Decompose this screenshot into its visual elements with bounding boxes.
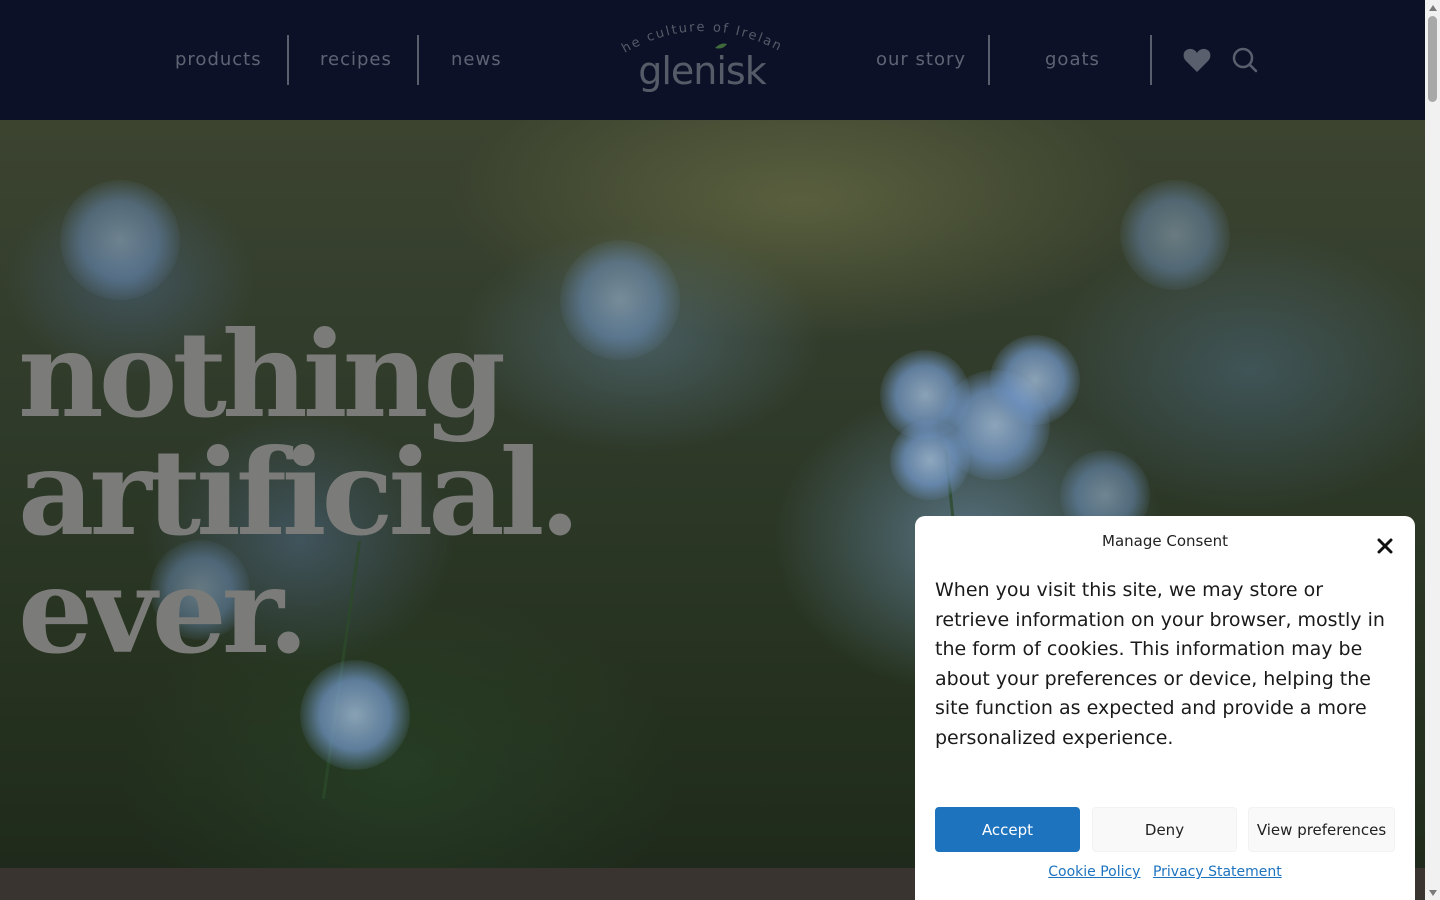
scroll-down-arrow-icon[interactable]	[1425, 885, 1440, 900]
scrollbar-thumb[interactable]	[1428, 16, 1437, 102]
accept-button[interactable]: Accept	[935, 807, 1080, 852]
cookie-policy-link[interactable]: Cookie Policy	[1048, 864, 1140, 880]
page-scrollbar[interactable]	[1425, 0, 1440, 900]
nav-link-news[interactable]: news	[451, 38, 502, 82]
privacy-statement-link[interactable]: Privacy Statement	[1153, 864, 1282, 880]
nav-divider	[988, 35, 990, 85]
flower-blossom	[1120, 180, 1230, 290]
nav-link-our-story[interactable]: our story	[876, 38, 966, 82]
hero-headline-line: artificial.	[18, 423, 581, 562]
search-icon[interactable]	[1229, 44, 1261, 76]
logo-wordmark: glenisk	[638, 49, 766, 93]
heart-icon[interactable]	[1181, 44, 1213, 76]
site-header: products recipes news the culture of Ire…	[0, 0, 1425, 120]
flower-blossom	[560, 240, 680, 360]
consent-title: Manage Consent	[1102, 532, 1228, 550]
flower-blossom	[990, 335, 1080, 425]
flower-blossom	[890, 420, 970, 500]
scroll-up-arrow-icon[interactable]	[1425, 0, 1440, 15]
deny-button[interactable]: Deny	[1092, 807, 1237, 852]
hero-headline-line: nothing	[18, 305, 506, 444]
nav-link-recipes[interactable]: recipes	[320, 38, 392, 82]
nav-link-products[interactable]: products	[175, 38, 262, 82]
hero-headline-line: ever.	[18, 541, 309, 680]
nav-link-goats[interactable]: goats	[1045, 38, 1100, 82]
flower-blossom	[300, 660, 410, 770]
nav-divider	[287, 35, 289, 85]
flower-blossom	[60, 180, 180, 300]
close-icon[interactable]	[1373, 534, 1397, 558]
consent-links: Cookie Policy Privacy Statement	[915, 864, 1415, 880]
consent-message: When you visit this site, we may store o…	[935, 579, 1385, 749]
view-preferences-button[interactable]: View preferences	[1248, 807, 1395, 852]
nav-divider	[1150, 35, 1152, 85]
nav-divider	[417, 35, 419, 85]
cookie-consent-dialog: Manage Consent When you visit this site,…	[915, 516, 1415, 900]
glenisk-logo[interactable]: the culture of Ireland glenisk	[615, 22, 790, 97]
hero-headline: nothing artificial. ever.	[18, 305, 581, 680]
